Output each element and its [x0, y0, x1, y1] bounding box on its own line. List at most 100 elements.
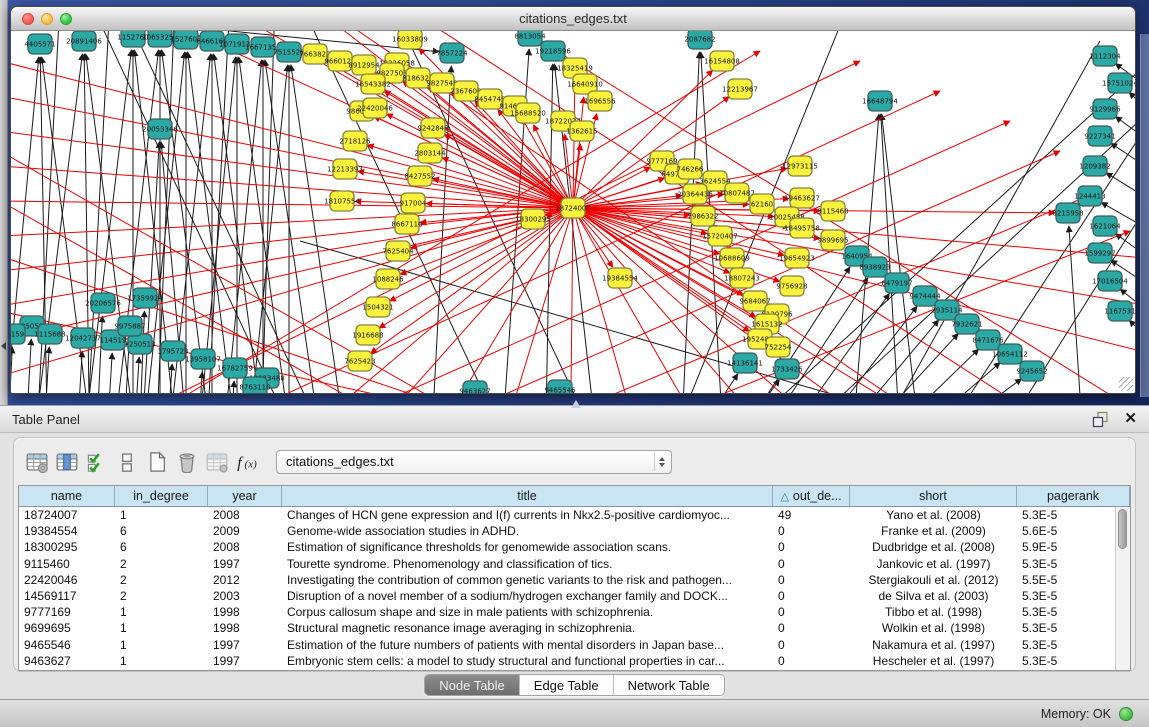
network-node[interactable]: 9899695 — [817, 230, 848, 250]
network-node[interactable]: 12213967 — [722, 79, 758, 99]
network-node[interactable]: 1112304 — [1089, 46, 1121, 66]
network-node[interactable]: 7986322 — [687, 206, 718, 226]
column-header-in_degree[interactable]: in_degree — [115, 486, 208, 506]
create-table-button[interactable] — [142, 448, 172, 476]
network-node[interactable]: 12973115 — [782, 156, 818, 176]
function-builder-button[interactable]: f(x) — [232, 448, 262, 476]
show-columns-button[interactable] — [52, 448, 82, 476]
network-node[interactable]: 19384554 — [602, 268, 638, 288]
column-header-year[interactable]: year — [208, 486, 282, 506]
network-node[interactable]: 9756928 — [776, 276, 807, 296]
network-node[interactable]: 19463627 — [784, 188, 820, 208]
tab-network-table[interactable]: Network Table — [613, 675, 724, 695]
window-titlebar[interactable]: citations_edges.txt — [11, 7, 1135, 31]
network-node[interactable]: 1362615 — [566, 121, 597, 141]
network-node[interactable]: 6479197 — [881, 273, 912, 293]
network-node[interactable]: 9465546 — [544, 380, 576, 393]
network-node[interactable]: 1250513 — [124, 334, 155, 354]
float-panel-icon[interactable] — [1092, 411, 1109, 428]
network-node[interactable]: 13958107 — [185, 349, 221, 369]
network-node[interactable]: 15720407 — [702, 226, 738, 246]
network-node[interactable]: 9227341 — [1084, 126, 1115, 146]
network-node[interactable]: 1733426 — [771, 359, 803, 379]
network-node[interactable]: 16033809 — [392, 31, 428, 49]
close-panel-icon[interactable]: ✕ — [1124, 409, 1137, 427]
network-node[interactable]: 2087682 — [684, 31, 715, 49]
network-node[interactable]: 1088246 — [372, 269, 404, 289]
resize-grip-icon[interactable] — [1119, 377, 1133, 391]
network-node[interactable]: 917004 — [400, 193, 427, 213]
network-node[interactable]: 19654923 — [779, 248, 815, 268]
network-canvas[interactable]: 1872400744055712089140611527601065325715… — [11, 31, 1135, 393]
network-node[interactable]: 8667110 — [391, 214, 422, 234]
network-node[interactable]: 746266 — [677, 159, 704, 179]
network-node[interactable]: 9242848 — [417, 118, 448, 138]
network-node[interactable]: 1115688 — [34, 324, 65, 344]
column-header-pagerank[interactable]: pagerank — [1017, 486, 1130, 506]
table-row[interactable]: 977716911998Corpus callosum shape and si… — [19, 604, 1115, 620]
column-header-out_de[interactable]: △out_de... — [773, 486, 850, 506]
network-node[interactable]: 8215958 — [1052, 203, 1083, 223]
network-node[interactable]: 1621064 — [1089, 216, 1121, 236]
table-row[interactable]: 1872400712008Changes of HCN gene express… — [19, 507, 1115, 523]
select-rows-button[interactable] — [82, 448, 112, 476]
network-node[interactable]: 1696556 — [584, 91, 616, 111]
network-node[interactable]: 7625423 — [344, 351, 375, 371]
network-node[interactable]: 2803144 — [414, 143, 446, 163]
network-node[interactable]: 2718126 — [339, 131, 371, 151]
network-node[interactable]: 752254 — [765, 337, 792, 357]
network-node[interactable]: 18300295 — [515, 209, 551, 229]
network-node[interactable]: 9245652 — [1016, 361, 1047, 381]
network-node[interactable]: 62160 — [750, 194, 774, 214]
row-heights-button[interactable] — [112, 448, 142, 476]
network-node[interactable]: 9975887 — [114, 316, 145, 336]
network-node[interactable]: 4405571 — [24, 34, 55, 54]
network-node[interactable]: 7625404 — [382, 241, 414, 261]
table-row[interactable]: 946362711997Embryonic stem cells: a mode… — [19, 653, 1115, 669]
table-settings-button[interactable] — [22, 448, 52, 476]
table-row[interactable]: 1456911722003Disruption of a novel membe… — [19, 588, 1115, 604]
network-node[interactable]: 20206576 — [85, 293, 121, 313]
table-row[interactable]: 1830029562008Estimation of significance … — [19, 539, 1115, 555]
left-splitter-strip[interactable] — [0, 0, 8, 405]
network-node[interactable]: 16154808 — [704, 51, 740, 71]
table-row[interactable]: 911546021997Tourette syndrome. Phenomeno… — [19, 556, 1115, 572]
network-node[interactable]: 15751024 — [1102, 73, 1135, 93]
scrollbar-thumb[interactable] — [1118, 509, 1127, 549]
network-node[interactable]: 17016504 — [1092, 271, 1128, 291]
network-node[interactable]: 8912954 — [348, 55, 380, 75]
network-node[interactable]: 1504321 — [362, 297, 393, 317]
network-node[interactable]: 1244413 — [1074, 186, 1105, 206]
network-node[interactable]: 7857224 — [436, 43, 468, 63]
network-node[interactable]: 1916688 — [352, 325, 383, 345]
table-row[interactable]: 2242004622012Investigating the contribut… — [19, 572, 1115, 588]
table-row[interactable]: 1938455462009Genome-wide association stu… — [19, 523, 1115, 539]
network-node[interactable]: 39159 — [11, 324, 25, 344]
tab-edge-table[interactable]: Edge Table — [519, 675, 613, 695]
network-node[interactable]: 1167531 — [1104, 301, 1135, 321]
network-node[interactable]: 8427552 — [404, 166, 435, 186]
import-table-disabled-button[interactable] — [202, 448, 232, 476]
network-node[interactable]: 1795723 — [157, 341, 188, 361]
table-source-select[interactable]: citations_edges.txt — [276, 450, 672, 474]
network-node[interactable]: 20891406 — [66, 31, 102, 51]
network-view-window[interactable]: citations_edges.txt 18724007440557120891… — [10, 6, 1136, 394]
network-node[interactable]: 16648794 — [862, 91, 898, 111]
table-row[interactable]: 946554611997Estimation of the future num… — [19, 637, 1115, 653]
network-node[interactable]: 14136141 — [727, 353, 763, 373]
tab-node-table[interactable]: Node Table — [425, 675, 519, 695]
network-node[interactable]: 9463627 — [459, 381, 490, 393]
table-row[interactable]: 969969511998Structural magnetic resonanc… — [19, 620, 1115, 636]
network-node[interactable]: 9115460 — [817, 201, 848, 221]
network-node[interactable]: 9129966 — [1089, 99, 1121, 119]
column-header-name[interactable]: name — [19, 486, 115, 506]
delete-table-button[interactable] — [172, 448, 202, 476]
collapse-arrow-icon[interactable] — [1, 342, 6, 350]
network-node[interactable]: 8763110 — [239, 377, 270, 393]
network-node[interactable]: 1209382 — [1079, 156, 1110, 176]
column-header-title[interactable]: title — [282, 486, 773, 506]
network-node[interactable]: 18107554 — [324, 191, 360, 211]
network-node[interactable]: 16782759 — [217, 358, 253, 378]
network-node[interactable]: 1599297 — [1084, 243, 1115, 263]
network-node[interactable]: 8938923 — [859, 257, 890, 277]
